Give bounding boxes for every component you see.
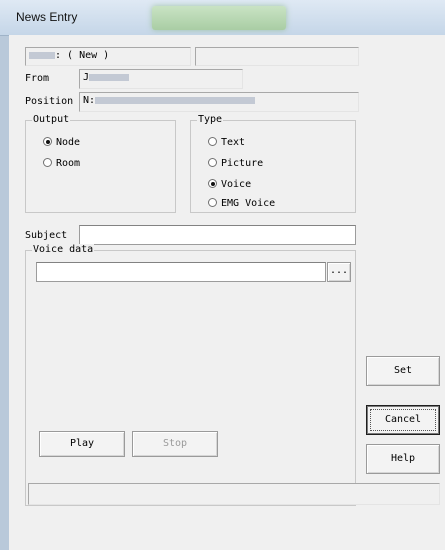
radio-dot-icon — [208, 137, 217, 146]
type-emg-voice-radio[interactable]: EMG Voice — [208, 197, 275, 211]
from-field: J — [79, 69, 243, 89]
stop-label: Stop — [162, 438, 188, 449]
new-id-field: : ( New ) — [25, 47, 191, 66]
cancel-button[interactable]: Cancel — [366, 405, 440, 435]
voice-data-group-title: Voice data — [32, 244, 95, 256]
window-title: News Entry — [16, 10, 78, 24]
set-label: Set — [393, 365, 413, 376]
voice-data-group: Voice data ... Play Stop — [25, 244, 356, 506]
subject-label: Subject — [25, 230, 68, 241]
focus-ring — [370, 409, 436, 431]
title-bar-highlight — [152, 6, 286, 30]
play-button[interactable]: Play — [39, 431, 125, 457]
title-bar[interactable]: News Entry — [0, 0, 445, 36]
output-group: Output Node Room — [25, 114, 176, 213]
position-field: N: — [79, 92, 359, 112]
browse-button[interactable]: ... — [327, 262, 351, 282]
position-value: N: — [83, 95, 96, 106]
voice-data-path-input[interactable] — [36, 262, 326, 282]
type-text-label: Text — [221, 137, 246, 148]
subject-input[interactable] — [79, 225, 356, 245]
output-node-radio[interactable]: Node — [43, 136, 80, 150]
type-picture-radio[interactable]: Picture — [208, 157, 263, 171]
output-room-label: Room — [56, 158, 81, 169]
type-voice-label: Voice — [221, 179, 252, 190]
radio-dot-icon — [208, 179, 217, 188]
play-label: Play — [69, 438, 95, 449]
from-label: From — [25, 73, 50, 84]
set-button[interactable]: Set — [366, 356, 440, 386]
redacted-from — [89, 73, 130, 81]
browse-label: ... — [329, 265, 349, 276]
type-group-title: Type — [197, 114, 224, 126]
radio-dot-icon — [43, 137, 52, 146]
stop-button[interactable]: Stop — [132, 431, 218, 457]
output-group-title: Output — [32, 114, 71, 126]
help-label: Help — [390, 453, 416, 464]
header-extra-field — [195, 47, 359, 66]
type-emg-voice-label: EMG Voice — [221, 198, 276, 209]
radio-dot-icon — [208, 198, 217, 207]
type-group: Type Text Picture Voice EMG Voice — [190, 114, 356, 213]
type-picture-label: Picture — [221, 158, 264, 169]
redacted-id — [29, 51, 55, 59]
output-node-label: Node — [56, 137, 81, 148]
radio-dot-icon — [43, 158, 52, 167]
help-button[interactable]: Help — [366, 444, 440, 474]
type-text-radio[interactable]: Text — [208, 136, 245, 150]
radio-dot-icon — [208, 158, 217, 167]
position-label: Position — [25, 96, 74, 107]
redacted-position — [95, 96, 256, 104]
status-bar — [28, 483, 440, 505]
type-voice-radio[interactable]: Voice — [208, 178, 251, 192]
new-label: : ( New ) — [55, 50, 110, 61]
dialog-body: : ( New ) From J Position N: Output Node… — [9, 35, 445, 550]
output-room-radio[interactable]: Room — [43, 157, 80, 171]
